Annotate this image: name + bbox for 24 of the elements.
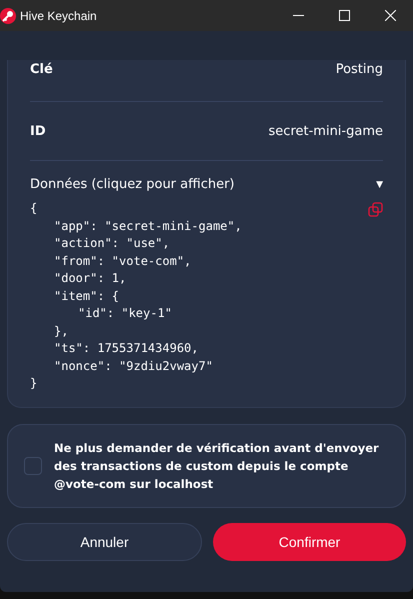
detail-value: Posting: [336, 62, 383, 77]
code-line: "item": {: [54, 288, 120, 304]
checkbox-label: Ne plus demander de vérification avant d'envoyer des transactions de custom depuis le compte @vote-com sur localhost: [54, 440, 380, 492]
cancel-button[interactable]: Annuler: [7, 522, 202, 560]
confirm-button[interactable]: Confirmer: [213, 522, 406, 560]
detail-label: Clé: [30, 62, 53, 77]
code-line: }: [30, 375, 38, 392]
code-line: "action": "use",: [54, 235, 170, 252]
code-line: "from": "vote-com",: [54, 252, 192, 270]
code-line: {: [30, 200, 38, 217]
window-title: Hive Keychain: [20, 8, 98, 22]
detail-value: secret-mini-game: [268, 124, 383, 139]
code-line: "id": "key-1": [78, 305, 172, 322]
code-line: "door": 1,: [54, 270, 126, 287]
code-line: },: [54, 322, 68, 340]
code-line: "nonce": "9zdiu2vway7": [54, 358, 213, 374]
caret-icon[interactable]: ▼: [376, 180, 383, 190]
checkbox[interactable]: [24, 456, 42, 474]
key-logo-icon: [0, 8, 16, 24]
data-toggle-label[interactable]: Données (cliquez pour afficher): [30, 177, 234, 192]
code-line: "ts": 1755371434960,: [54, 340, 198, 357]
code-line: "app": "secret-mini-game",: [54, 218, 242, 235]
copy-icon[interactable]: [368, 202, 383, 217]
detail-label: ID: [30, 124, 46, 139]
